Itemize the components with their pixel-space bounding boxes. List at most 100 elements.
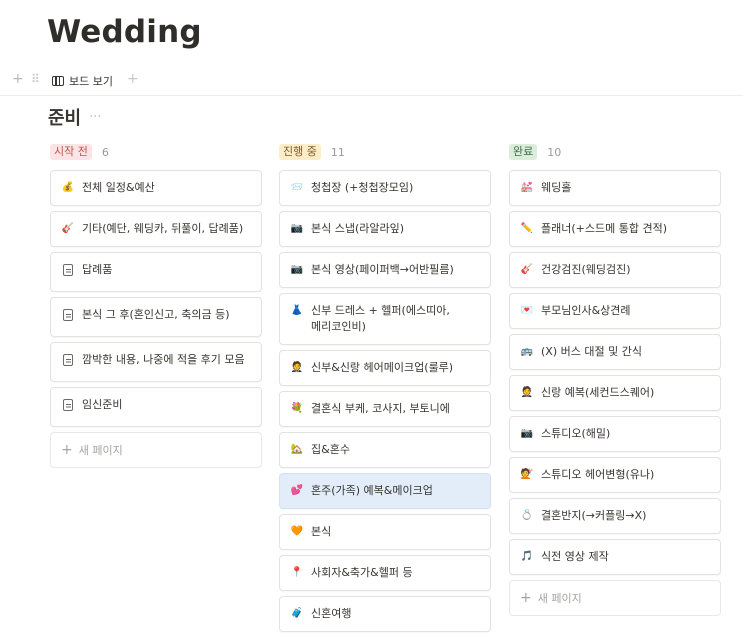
emoji-icon: 🎸 <box>61 223 75 234</box>
column-header[interactable]: 시작 전 6 <box>50 142 262 162</box>
board-card[interactable]: 🚌 (X) 버스 대절 및 간식 <box>509 334 721 370</box>
page-icon <box>61 262 75 282</box>
board-card[interactable]: 📷 본식 스냅(라알라잎) <box>279 211 491 247</box>
card-title: 웨딩홀 <box>541 181 572 194</box>
more-options-icon[interactable]: ··· <box>89 110 101 125</box>
card-title: 스튜디오 헤어변형(유나) <box>541 468 655 481</box>
column-header[interactable]: 완료 10 <box>509 142 721 162</box>
board-card[interactable]: 🤵 신부&신랑 헤어메이크업(룰루) <box>279 350 491 386</box>
card-title: 결혼식 부케, 코사지, 부토니에 <box>311 402 450 415</box>
board-card[interactable]: 임신준비 <box>50 387 262 427</box>
card-title: 신랑 예복(세컨드스퀘어) <box>541 386 655 399</box>
card-title: 답례품 <box>82 263 113 276</box>
tab-board-view-label: 보드 보기 <box>69 75 113 88</box>
board-card[interactable]: 🎸 기타(예단, 웨딩카, 뒤풀이, 답례품) <box>50 211 262 247</box>
emoji-icon: 📍 <box>290 567 304 578</box>
page-title: Wedding <box>47 14 202 50</box>
emoji-icon: 📨 <box>290 182 304 193</box>
emoji-icon: 💕 <box>290 485 304 496</box>
column-count: 10 <box>547 145 562 159</box>
new-page-button[interactable]: + 새 페이지 <box>509 580 721 616</box>
card-title: 신부 드레스 + 헬퍼(에스띠아, 메리코인비) <box>311 304 450 333</box>
new-page-label: 새 페이지 <box>537 592 582 605</box>
column-count: 6 <box>101 145 109 159</box>
emoji-icon: 🤵 <box>290 362 304 373</box>
emoji-icon: 💌 <box>520 305 534 316</box>
status-badge: 완료 <box>509 144 538 160</box>
add-block-icon[interactable]: + <box>12 71 24 87</box>
document-icon <box>63 354 73 366</box>
page-icon <box>61 307 75 327</box>
emoji-icon: 🏡 <box>290 444 304 455</box>
board-card[interactable]: 🤵 신랑 예복(세컨드스퀘어) <box>509 375 721 411</box>
status-badge: 시작 전 <box>50 144 92 160</box>
card-title: 신혼여행 <box>311 607 352 620</box>
board-card[interactable]: 🧳 신혼여행 <box>279 596 491 632</box>
emoji-icon: 🎸 <box>520 264 534 275</box>
emoji-icon: 📷 <box>290 264 304 275</box>
plus-icon: + <box>61 442 73 458</box>
card-title: 임신준비 <box>82 398 123 411</box>
card-title: 스튜디오(해밀) <box>541 427 611 440</box>
board-card[interactable]: 💰 전체 일정&예산 <box>50 170 262 206</box>
plus-icon: + <box>520 590 532 606</box>
emoji-icon: 💐 <box>290 403 304 414</box>
card-title: (X) 버스 대절 및 간식 <box>541 345 642 358</box>
card-title: 혼주(가족) 예복&메이크업 <box>311 484 433 497</box>
board-card[interactable]: 📨 청첩장 (+청첩장모임) <box>279 170 491 206</box>
card-title: 청첩장 (+청첩장모임) <box>311 181 414 194</box>
board-card[interactable]: 💇 스튜디오 헤어변형(유나) <box>509 457 721 493</box>
board-card[interactable]: ✏️ 플래너(+스드메 통합 견적) <box>509 211 721 247</box>
emoji-icon: 📷 <box>290 223 304 234</box>
card-title: 본식 <box>311 525 332 538</box>
board-card[interactable]: 👗 신부 드레스 + 헬퍼(에스띠아, 메리코인비) <box>279 293 491 345</box>
board-card[interactable]: 🎵 식전 영상 제작 <box>509 539 721 575</box>
emoji-icon: 🎵 <box>520 551 534 562</box>
add-view-icon[interactable]: + <box>127 71 139 87</box>
board-card[interactable]: 📍 사회자&축가&헬퍼 등 <box>279 555 491 591</box>
card-title: 결혼반지(→커플링→X) <box>541 509 647 522</box>
tab-board-view[interactable]: 보드 보기 <box>52 73 113 89</box>
board-column: 진행 중 11 📨 청첩장 (+청첩장모임) 📷 본식 스냅(라알라잎) 📷 본식 영상(페이… <box>279 142 491 637</box>
board-card[interactable]: 📷 스튜디오(해밀) <box>509 416 721 452</box>
board-column: 완료 10 💒 웨딩홀 ✏️ 플래너(+스드메 통합 견적) 🎸 건강검진(웨딩검진) 💌 부모님… <box>509 142 721 616</box>
board-card[interactable]: 📷 본식 영상(페이퍼백→어반필름) <box>279 252 491 288</box>
emoji-icon: 📷 <box>520 428 534 439</box>
emoji-icon: 🧳 <box>290 608 304 619</box>
board-title[interactable]: 준비 ··· <box>48 104 102 130</box>
board-card[interactable]: 💌 부모님인사&상견례 <box>509 293 721 329</box>
emoji-icon: 👗 <box>290 305 304 316</box>
board-column: 시작 전 6 💰 전체 일정&예산 🎸 기타(예단, 웨딩카, 뒤풀이, 답례품) 답례품본… <box>50 142 262 468</box>
card-title: 기타(예단, 웨딩카, 뒤풀이, 답례품) <box>82 222 244 235</box>
document-icon <box>63 399 73 411</box>
column-header[interactable]: 진행 중 11 <box>279 142 491 162</box>
view-bar: + ⠿ 보드 보기 + <box>0 70 743 96</box>
card-title: 깜박한 내용, 나중에 적을 후기 모음 <box>82 353 245 366</box>
board-card[interactable]: 💕 혼주(가족) 예복&메이크업 <box>279 473 491 509</box>
board-card[interactable]: 💐 결혼식 부케, 코사지, 부토니에 <box>279 391 491 427</box>
card-title: 건강검진(웨딩검진) <box>541 263 631 276</box>
new-page-button[interactable]: + 새 페이지 <box>50 432 262 468</box>
card-title: 부모님인사&상견례 <box>541 304 631 317</box>
board-card[interactable]: 🧡 본식 <box>279 514 491 550</box>
board-card[interactable]: 깜박한 내용, 나중에 적을 후기 모음 <box>50 342 262 382</box>
drag-handle-icon[interactable]: ⠿ <box>31 72 40 86</box>
board-card[interactable]: 본식 그 후(혼인신고, 축의금 등) <box>50 297 262 337</box>
page-icon <box>61 352 75 372</box>
emoji-icon: 🤵 <box>520 387 534 398</box>
document-icon <box>63 309 73 321</box>
card-title: 본식 스냅(라알라잎) <box>311 222 405 235</box>
board-card[interactable]: 🎸 건강검진(웨딩검진) <box>509 252 721 288</box>
card-title: 전체 일정&예산 <box>82 181 155 194</box>
card-title: 사회자&축가&헬퍼 등 <box>311 566 413 579</box>
card-title: 식전 영상 제작 <box>541 550 609 563</box>
emoji-icon: 🚌 <box>520 346 534 357</box>
board-card[interactable]: 💒 웨딩홀 <box>509 170 721 206</box>
emoji-icon: 💍 <box>520 510 534 521</box>
card-title: 본식 그 후(혼인신고, 축의금 등) <box>82 308 230 321</box>
board-view-icon <box>52 76 64 86</box>
emoji-icon: ✏️ <box>520 223 534 234</box>
board-card[interactable]: 💍 결혼반지(→커플링→X) <box>509 498 721 534</box>
board-card[interactable]: 🏡 집&혼수 <box>279 432 491 468</box>
board-card[interactable]: 답례품 <box>50 252 262 292</box>
